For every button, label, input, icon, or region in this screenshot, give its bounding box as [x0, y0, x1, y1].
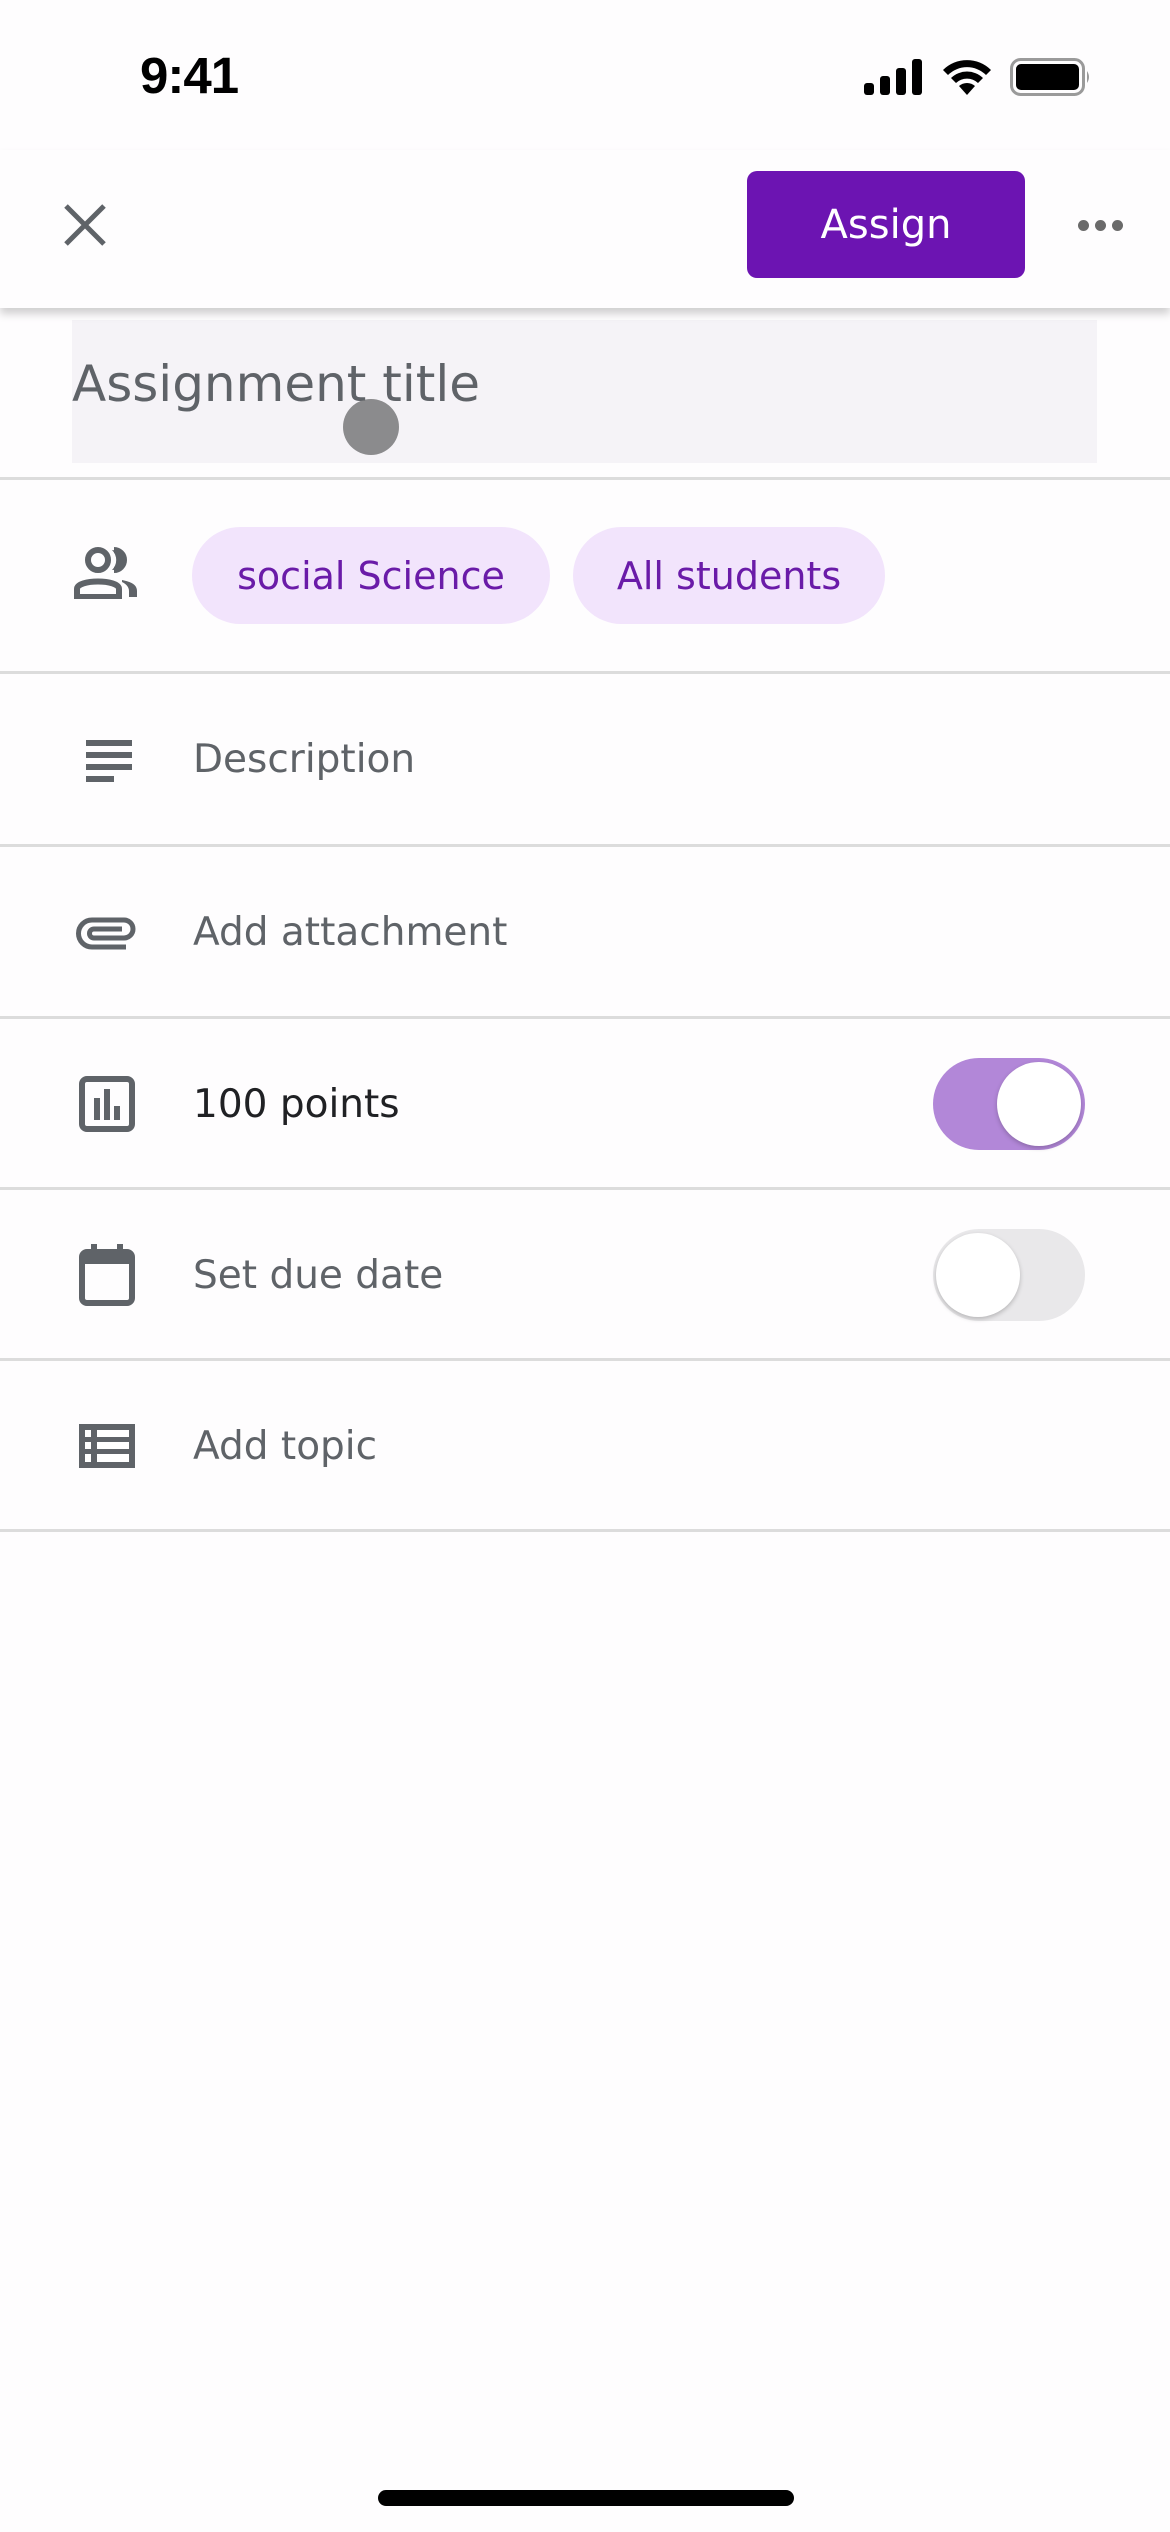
more-dot [1111, 219, 1123, 231]
people-icon-wrap [72, 538, 142, 608]
due-date-toggle[interactable] [933, 1229, 1085, 1321]
more-options-button[interactable] [1060, 190, 1140, 260]
notes-icon [86, 740, 132, 782]
grade-chart-icon-wrap [72, 1069, 142, 1139]
grade-chart-icon [79, 1076, 135, 1132]
description-label: Description [193, 736, 416, 782]
assign-button[interactable]: Assign [747, 171, 1025, 278]
points-toggle[interactable] [933, 1058, 1085, 1150]
app-header: Assign [0, 150, 1170, 308]
students-chip[interactable]: All students [573, 527, 885, 624]
due-date-label: Set due date [193, 1252, 444, 1298]
class-chip[interactable]: social Science [192, 527, 550, 624]
attachment-label: Add attachment [193, 909, 508, 955]
more-dot [1094, 219, 1106, 231]
assignment-title-field[interactable] [72, 320, 1097, 463]
due-date-row[interactable]: Set due date [0, 1190, 1170, 1360]
paperclip-icon [76, 917, 136, 950]
close-icon [64, 204, 106, 246]
status-time: 9:41 [140, 47, 239, 104]
wifi-icon [943, 60, 991, 95]
attachment-row[interactable]: Add attachment [0, 847, 1170, 1017]
topic-list-icon-wrap [72, 1411, 142, 1481]
close-button[interactable] [50, 190, 120, 260]
status-icons [864, 57, 1092, 97]
calendar-icon [79, 1244, 135, 1306]
more-dot [1077, 219, 1089, 231]
assignment-title-input[interactable] [72, 320, 1097, 463]
divider [0, 1529, 1170, 1532]
topic-label: Add topic [193, 1423, 378, 1469]
toggle-knob [997, 1062, 1081, 1146]
topic-row[interactable]: Add topic [0, 1361, 1170, 1531]
calendar-icon-wrap [72, 1240, 142, 1310]
description-row[interactable]: Description [0, 674, 1170, 844]
notes-icon-wrap [72, 724, 142, 794]
toggle-knob [936, 1233, 1020, 1317]
status-bar: 9:41 [0, 0, 1170, 150]
battery-icon [1010, 58, 1089, 96]
people-icon [74, 547, 137, 599]
points-row[interactable]: 100 points [0, 1019, 1170, 1189]
points-label: 100 points [193, 1081, 400, 1127]
cellular-signal-icon [864, 59, 922, 95]
home-indicator[interactable] [378, 2490, 794, 2506]
topic-list-icon [79, 1424, 135, 1468]
paperclip-icon-wrap [72, 897, 142, 967]
